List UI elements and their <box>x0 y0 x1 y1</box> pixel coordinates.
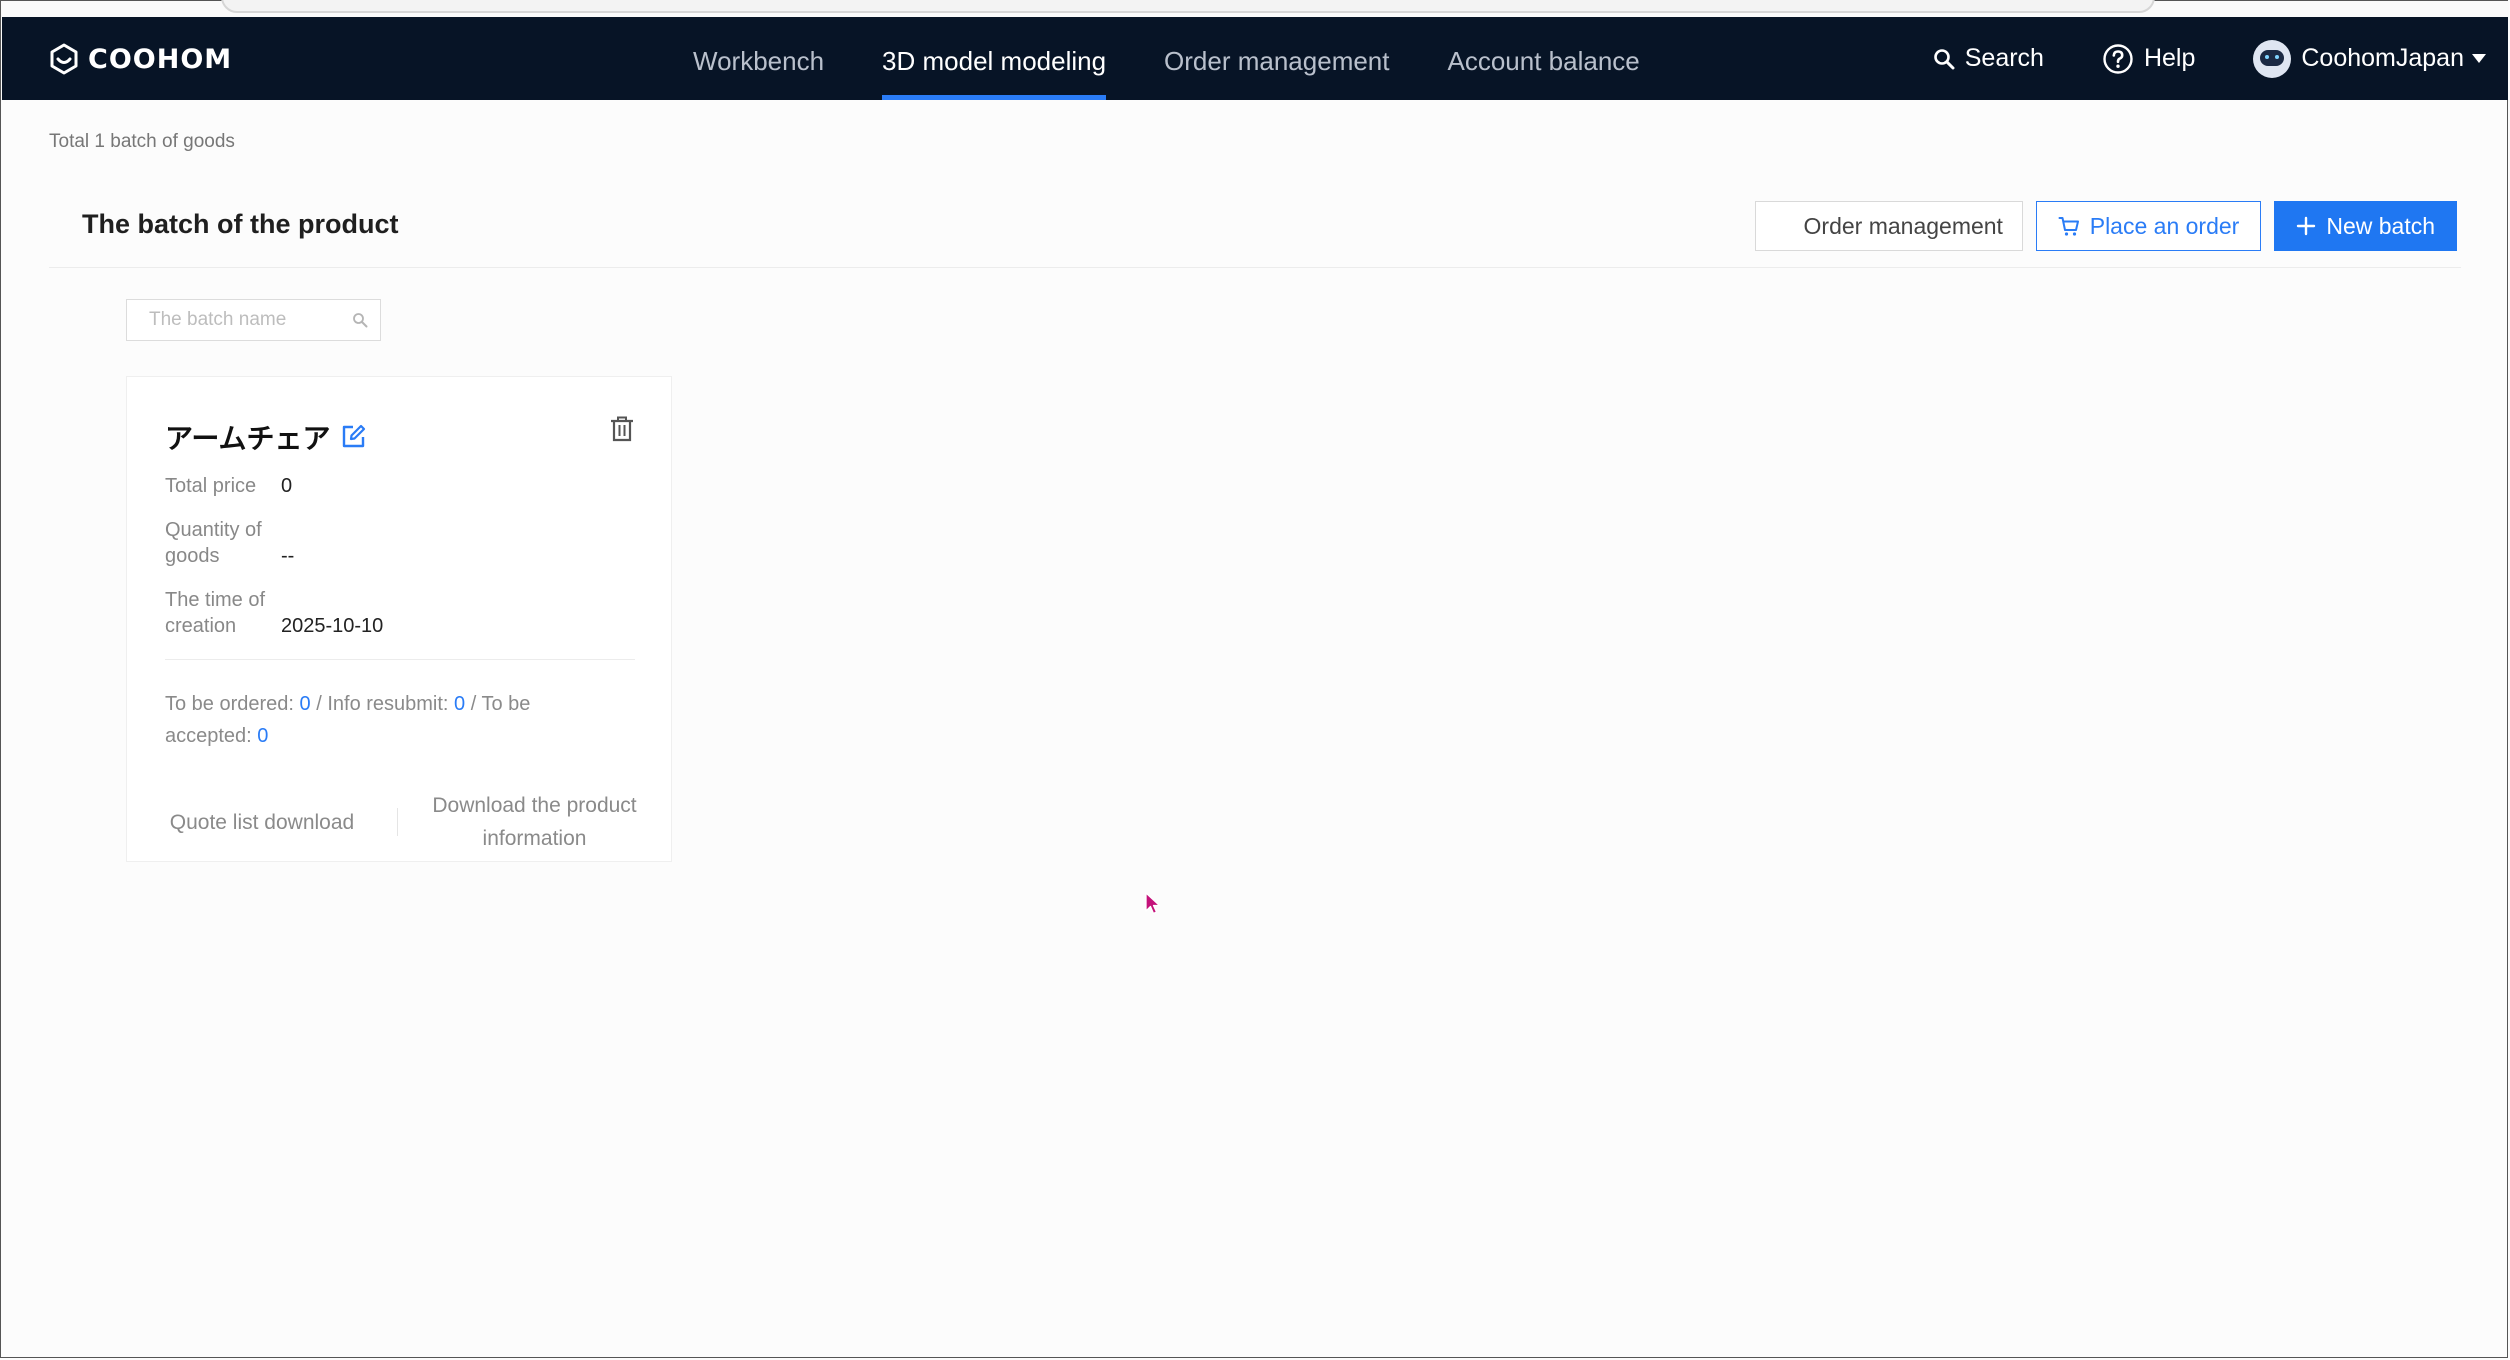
batch-count-text: Total 1 batch of goods <box>49 131 235 152</box>
header-actions: Order management Place an order New batc… <box>1754 201 2457 251</box>
total-price-field: Total price 0 <box>165 473 292 499</box>
order-management-button[interactable]: Order management <box>1754 201 2023 251</box>
order-status-summary: To be ordered: 0 / Info resubmit: 0 / To… <box>165 688 585 752</box>
new-batch-button[interactable]: New batch <box>2274 201 2457 251</box>
to-be-ordered-count[interactable]: 0 <box>300 693 311 715</box>
quantity-label: Quantity of goods <box>165 519 262 567</box>
place-order-button-label: Place an order <box>2089 212 2240 239</box>
to-be-ordered-label: To be ordered: <box>165 693 300 715</box>
address-bar-edge <box>221 0 2155 13</box>
nav-right-group: Search Help CoohomJapan <box>1875 17 2486 100</box>
creation-time-value: 2025-10-10 <box>281 615 384 637</box>
main-nav: Workbench 3D model modeling Order manage… <box>664 17 1669 100</box>
search-label: Search <box>1964 44 2044 72</box>
info-resubmit-count[interactable]: 0 <box>454 693 465 715</box>
plus-icon <box>2297 216 2316 236</box>
card-divider <box>165 659 635 660</box>
cart-icon <box>2058 217 2079 236</box>
batch-card-title-row: アームチェア <box>165 417 366 457</box>
total-price-value: 0 <box>281 475 293 497</box>
quantity-field: Quantity of goods -- <box>165 517 294 569</box>
coohom-logo-icon <box>50 43 78 75</box>
quote-list-download-link[interactable]: Quote list download <box>127 806 397 839</box>
batch-search-box[interactable] <box>126 299 381 341</box>
search-icon[interactable] <box>352 312 368 328</box>
user-name: CoohomJapan <box>2301 44 2464 72</box>
place-order-button[interactable]: Place an order <box>2035 201 2262 251</box>
batch-name-search-input[interactable] <box>147 308 352 332</box>
download-product-info-link[interactable]: Download the product information <box>398 789 671 855</box>
order-management-button-label: Order management <box>1803 212 2003 239</box>
creation-time-label: The time of creation <box>165 589 266 637</box>
avatar <box>2253 39 2292 78</box>
top-navbar: COOHOM Workbench 3D model modeling Order… <box>2 17 2508 100</box>
nav-order-management[interactable]: Order management <box>1135 17 1418 100</box>
help-button[interactable]: Help <box>2102 43 2195 75</box>
nav-workbench[interactable]: Workbench <box>664 17 853 100</box>
help-label: Help <box>2143 44 2196 72</box>
browser-viewport: COOHOM Workbench 3D model modeling Order… <box>0 0 2509 1358</box>
help-icon <box>2103 43 2133 74</box>
quantity-value: -- <box>281 545 295 567</box>
mouse-cursor-icon <box>1145 892 1161 915</box>
search-icon <box>1933 48 1955 69</box>
info-resubmit-label: / Info resubmit: <box>310 693 455 715</box>
new-batch-button-label: New batch <box>2326 212 2435 239</box>
nav-account-balance[interactable]: Account balance <box>1419 17 1669 100</box>
user-menu[interactable]: CoohomJapan <box>2253 39 2486 78</box>
page-title: The batch of the product <box>82 209 399 239</box>
page-header: The batch of the product Order managemen… <box>49 197 2461 268</box>
batch-card[interactable]: アームチェア Total price 0 Quantity of goods -… <box>126 376 672 862</box>
logo-text: COOHOM <box>88 43 233 75</box>
coohom-logo[interactable]: COOHOM <box>48 43 232 75</box>
total-price-label: Total price <box>165 475 257 497</box>
caret-down-icon <box>2472 54 2486 63</box>
to-be-accepted-count[interactable]: 0 <box>257 725 268 747</box>
search-button[interactable]: Search <box>1933 44 2044 73</box>
card-footer: Quote list download Download the product… <box>127 787 671 857</box>
edit-icon[interactable] <box>340 424 366 450</box>
creation-time-field: The time of creation 2025-10-10 <box>165 587 383 639</box>
browser-top-strip <box>1 0 2509 17</box>
trash-icon[interactable] <box>609 415 635 443</box>
batch-name: アームチェア <box>165 423 331 454</box>
nav-3d-model-modeling[interactable]: 3D model modeling <box>853 17 1135 100</box>
